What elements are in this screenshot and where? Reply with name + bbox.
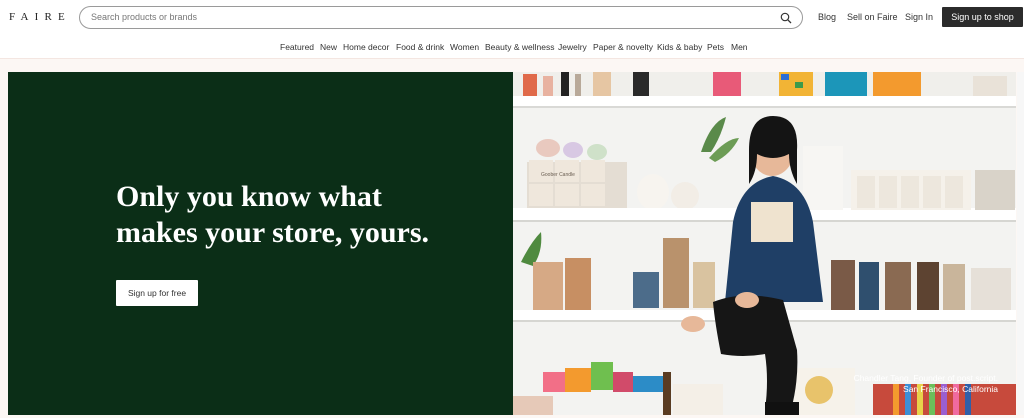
photo-credit-name: Chandler Tang, Founder of post.script. <box>853 373 998 383</box>
category-pets[interactable]: Pets <box>707 42 724 52</box>
category-paper-novelty[interactable]: Paper & novelty <box>593 42 653 52</box>
category-beauty-wellness[interactable]: Beauty & wellness <box>485 42 554 52</box>
hero-headline-line-2: makes your store, yours. <box>116 216 430 249</box>
category-women[interactable]: Women <box>450 42 479 52</box>
hero-headline: Only you know what makes your store, you… <box>116 179 496 251</box>
top-navigation-bar: FAIRE Search products or brands Blog Sel… <box>0 0 1024 35</box>
sign-up-for-free-button[interactable]: Sign up for free <box>116 280 198 306</box>
category-home-decor[interactable]: Home decor <box>343 42 389 52</box>
photo-credit: Chandler Tang, Founder of post.script. S… <box>854 373 998 395</box>
hero-panel: Only you know what makes your store, you… <box>8 72 513 415</box>
candle-box-label: Goober Candle <box>541 172 575 178</box>
category-men[interactable]: Men <box>731 42 748 52</box>
category-nav: Featured New Home decor Food & drink Wom… <box>0 35 1024 59</box>
search-input[interactable]: Search products or brands <box>91 12 197 22</box>
photo-credit-location: San Francisco, California <box>903 384 998 394</box>
search-bar[interactable]: Search products or brands <box>79 6 803 29</box>
sell-on-faire-link[interactable]: Sell on Faire <box>847 12 898 22</box>
category-food-drink[interactable]: Food & drink <box>396 42 444 52</box>
shop-owner-photo: Goober Candle <box>513 72 1016 415</box>
search-icon[interactable] <box>780 12 792 24</box>
sign-in-link[interactable]: Sign In <box>905 12 933 22</box>
faire-logo[interactable]: FAIRE <box>9 11 71 23</box>
category-jewelry[interactable]: Jewelry <box>558 42 587 52</box>
category-new[interactable]: New <box>320 42 337 52</box>
hero-headline-line-1: Only you know what <box>116 180 382 213</box>
category-kids-baby[interactable]: Kids & baby <box>657 42 702 52</box>
blog-link[interactable]: Blog <box>818 12 836 22</box>
sign-up-to-shop-button[interactable]: Sign up to shop <box>942 7 1023 27</box>
hero-photo: Goober Candle Chandler Tang, Founder of … <box>513 72 1016 415</box>
carousel-edge <box>1017 72 1024 415</box>
category-featured[interactable]: Featured <box>280 42 314 52</box>
